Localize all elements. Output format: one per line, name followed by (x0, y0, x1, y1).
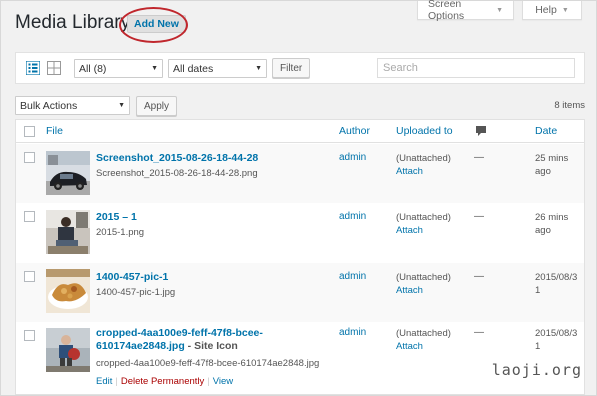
row-checkbox[interactable] (24, 211, 35, 222)
date-line: 25 mins (535, 153, 569, 164)
media-thumbnail[interactable] (46, 210, 90, 254)
media-filter-bar: All (8) ▼ All dates ▼ Filter Search (15, 52, 585, 84)
date-cell: 26 mins ago (535, 211, 583, 237)
delete-permanently-link[interactable]: Delete Permanently (121, 376, 204, 387)
media-filename: cropped-4aa100e9-feff-47f8-bcee-610174ae… (96, 358, 320, 369)
date-cell: 2015/08/3 1 (535, 271, 583, 297)
table-row: 1400-457-pic-1 1400-457-pic-1.jpg admin … (16, 263, 584, 322)
attach-link[interactable]: Attach (396, 165, 451, 178)
view-link[interactable]: View (213, 376, 233, 387)
unattached-label: (Unattached) (396, 153, 451, 164)
bulk-actions-select[interactable]: Bulk Actions ▼ (15, 96, 130, 115)
media-thumbnail[interactable] (46, 269, 90, 313)
table-row: cropped-4aa100e9-feff-47f8-bcee- 610174a… (16, 322, 584, 394)
screen-options-tab[interactable]: Screen Options ▼ (417, 0, 514, 22)
dropdown-arrow-icon: ▼ (151, 65, 158, 72)
column-date[interactable]: Date (535, 125, 557, 137)
uploaded-to-cell: (Unattached) Attach (396, 327, 451, 353)
comment-bubble-icon (476, 126, 486, 136)
title-line-end: 610174ae2848.jpg (96, 340, 185, 352)
search-input[interactable]: Search (377, 58, 575, 78)
date-line: 2015/08/3 (535, 272, 578, 283)
date-cell: 2015/08/3 1 (535, 327, 583, 353)
title-line: 610174ae2848.jpg - Site Icon (96, 340, 331, 353)
title-line: cropped-4aa100e9-feff-47f8-bcee- (96, 327, 263, 339)
comment-count: — (474, 327, 484, 338)
date-line: 1 (535, 285, 541, 296)
author-link[interactable]: admin (339, 271, 366, 282)
media-title-link[interactable]: 1400-457-pic-1 (96, 271, 331, 284)
site-icon-label: - Site Icon (184, 340, 238, 352)
grid-view-icon[interactable] (47, 61, 61, 75)
help-label: Help (535, 4, 557, 16)
media-title-link[interactable]: Screenshot_2015-08-26-18-44-28 (96, 152, 331, 165)
row-checkbox[interactable] (24, 271, 35, 282)
unattached-label: (Unattached) (396, 272, 451, 283)
watermark: laoji.org (491, 361, 582, 379)
media-thumbnail[interactable] (46, 151, 90, 195)
bulk-actions-value: Bulk Actions (20, 99, 78, 112)
media-table: File Author Uploaded to Date Screenshot_… (15, 119, 585, 395)
caret-down-icon: ▼ (561, 6, 569, 14)
media-filename: 1400-457-pic-1.jpg (96, 287, 176, 298)
unattached-label: (Unattached) (396, 328, 451, 339)
comment-count: — (474, 271, 484, 282)
list-view-icon[interactable] (26, 61, 40, 75)
media-type-select[interactable]: All (8) ▼ (74, 59, 163, 78)
attach-link[interactable]: Attach (396, 340, 451, 353)
bulk-actions-bar: Bulk Actions ▼ Apply 8 items (15, 96, 585, 116)
date-line: 2015/08/3 (535, 328, 578, 339)
add-new-button[interactable]: Add New (127, 15, 186, 33)
column-uploaded-to[interactable]: Uploaded to (396, 125, 453, 137)
screen-meta-tabs: Screen Options ▼ Help ▼ (417, 0, 582, 22)
attach-link[interactable]: Attach (396, 284, 451, 297)
comment-count: — (474, 152, 484, 163)
filter-button[interactable]: Filter (272, 58, 311, 78)
column-file[interactable]: File (46, 125, 63, 137)
attach-link[interactable]: Attach (396, 224, 451, 237)
item-count: 8 items (554, 100, 585, 111)
media-filename: 2015-1.png (96, 227, 145, 238)
row-actions: Edit | Delete Permanently | View (96, 376, 233, 387)
author-link[interactable]: admin (339, 327, 366, 338)
column-author[interactable]: Author (339, 125, 370, 137)
row-checkbox[interactable] (24, 152, 35, 163)
date-line: 1 (535, 341, 541, 352)
screen-options-label: Screen Options (428, 0, 465, 22)
uploaded-to-cell: (Unattached) Attach (396, 152, 451, 178)
caret-down-icon: ▼ (496, 6, 503, 14)
media-title-link[interactable]: 2015 – 1 (96, 211, 331, 224)
date-line: 26 mins (535, 212, 569, 223)
dropdown-arrow-icon: ▼ (255, 65, 262, 72)
table-header: File Author Uploaded to Date (16, 120, 584, 143)
date-value: All dates (173, 62, 214, 75)
uploaded-to-cell: (Unattached) Attach (396, 211, 451, 237)
date-line: ago (535, 166, 551, 177)
select-all-checkbox[interactable] (24, 126, 35, 137)
media-type-value: All (8) (79, 62, 107, 75)
table-row: Screenshot_2015-08-26-18-44-28 Screensho… (16, 144, 584, 203)
table-row: 2015 – 1 2015-1.png admin (Unattached) A… (16, 203, 584, 263)
comment-count: — (474, 211, 484, 222)
author-link[interactable]: admin (339, 211, 366, 222)
date-line: ago (535, 225, 551, 236)
media-title-link[interactable]: cropped-4aa100e9-feff-47f8-bcee- 610174a… (96, 327, 331, 353)
uploaded-to-cell: (Unattached) Attach (396, 271, 451, 297)
separator: | (207, 376, 210, 387)
separator: | (115, 376, 118, 387)
date-cell: 25 mins ago (535, 152, 583, 178)
page-title: Media Library (15, 12, 131, 33)
media-thumbnail[interactable] (46, 328, 90, 372)
dropdown-arrow-icon: ▼ (118, 102, 125, 109)
row-checkbox[interactable] (24, 330, 35, 341)
apply-button[interactable]: Apply (136, 96, 178, 116)
media-filename: Screenshot_2015-08-26-18-44-28.png (96, 168, 258, 179)
help-tab[interactable]: Help ▼ (522, 1, 582, 20)
unattached-label: (Unattached) (396, 212, 451, 223)
date-select[interactable]: All dates ▼ (168, 59, 267, 78)
edit-link[interactable]: Edit (96, 376, 112, 387)
author-link[interactable]: admin (339, 152, 366, 163)
